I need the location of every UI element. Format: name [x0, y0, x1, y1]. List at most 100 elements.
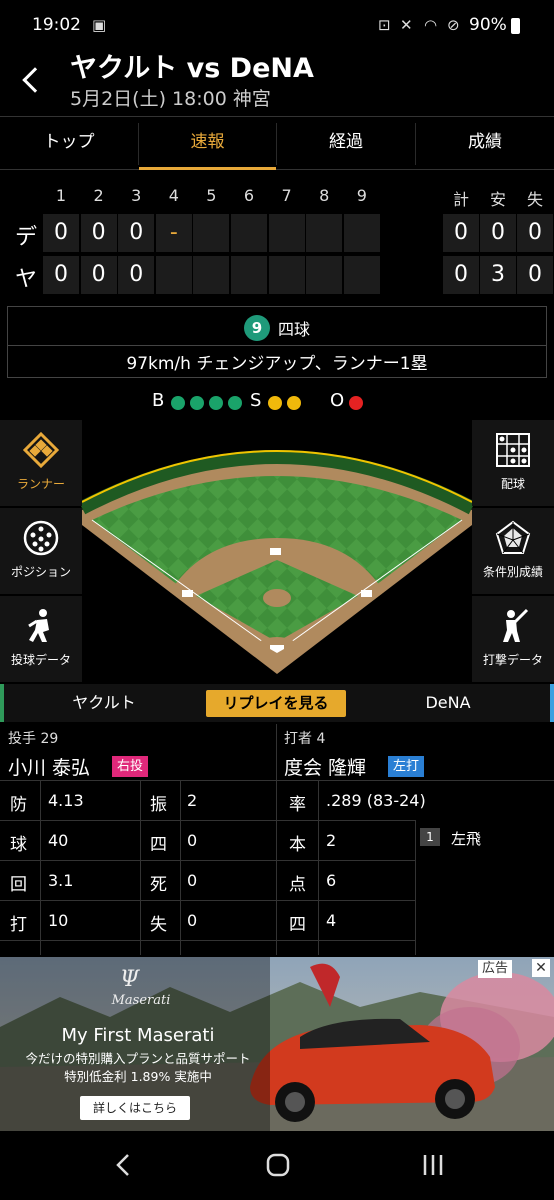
pitch-location-label: 配球 [500, 477, 525, 491]
total-header-2: 失 [526, 190, 543, 209]
batter-stat-value: .289 (83-24) [326, 791, 426, 810]
pitch-data-label: 投球データ [10, 653, 71, 667]
batter-label: 打者 4 [284, 731, 326, 747]
field-view: ランナー ポジション 投球データ 配球 条件別成績 打撃データ [0, 420, 554, 682]
grid-line [318, 780, 319, 955]
batting-data-button[interactable]: 打撃データ [472, 596, 554, 682]
baseball-field [78, 450, 476, 674]
player-stats: 防 4.13 振 2 率 .289 (83-24) 球 40 四 0 本 2 回 3.1 死 0 点 6 打 10 失 0… [0, 780, 554, 955]
pitcher-stat-value: 4.13 [48, 791, 84, 810]
grid-line [180, 780, 181, 955]
inning-header-6: 6 [243, 186, 255, 205]
pitcher-stat-key: 振 [150, 795, 167, 815]
inning-header-7: 7 [281, 186, 292, 205]
lock-icon: ⊡ [378, 16, 391, 34]
at-bat-number: 1 [420, 828, 440, 846]
position-button[interactable]: ポジション [0, 508, 82, 594]
runner-diamond-icon [23, 432, 59, 468]
total-score: 0 [443, 256, 479, 294]
batter-stat-key: 四 [289, 915, 306, 935]
batter-icon [503, 608, 529, 642]
batter-stat-key: 本 [289, 835, 306, 855]
tab-stats[interactable]: 成績 [416, 117, 554, 170]
strike-dot [287, 396, 301, 410]
ball-dot [228, 396, 242, 410]
pitcher-stat-value: 10 [48, 911, 69, 930]
matchup-players: 投手 29 小川 泰弘 右投 打者 4 度会 隆輝 左打 [0, 724, 554, 780]
nav-home-icon[interactable] [265, 1152, 291, 1178]
runner-button[interactable]: ランナー [0, 420, 82, 506]
ad-label: 広告 [478, 960, 513, 978]
tab-top[interactable]: トップ [0, 117, 138, 170]
stats-row: 回 3.1 死 0 点 6 [0, 860, 554, 900]
inning-header-4: 4 [168, 186, 179, 205]
split-stats-label: 条件別成績 [482, 565, 543, 579]
ball-label: B [152, 390, 165, 411]
inning-header-8: 8 [319, 186, 330, 205]
back-icon[interactable] [20, 65, 40, 95]
inning-score: 0 [80, 214, 117, 252]
batter-stat-key: 率 [289, 795, 306, 815]
ad-cta-button[interactable]: 詳しくはこちら [80, 1096, 190, 1120]
team-abbrev: ヤ [14, 267, 37, 292]
pitcher-stat-key: 球 [10, 835, 27, 855]
pitch-number-badge: 9 [244, 315, 270, 341]
nav-back-icon[interactable] [112, 1152, 136, 1178]
batter-hand-badge: 左打 [388, 756, 425, 777]
split-stats-button[interactable]: 条件別成績 [472, 508, 554, 594]
replay-button[interactable]: リプレイを見る [206, 690, 346, 717]
strike-label: S [250, 390, 262, 411]
inning-score [306, 256, 343, 294]
pitcher-icon [28, 609, 49, 642]
tab-progress[interactable]: 経過 [277, 117, 415, 170]
pitcher-name[interactable]: 小川 泰弘 [8, 753, 90, 780]
pitch-location-button[interactable]: 配球 [472, 420, 554, 506]
page-title: ヤクルト vs DeNA [70, 53, 314, 84]
inning-score [231, 256, 267, 294]
pitcher-stat-key: 失 [150, 915, 167, 935]
ad-close-icon[interactable]: ✕ [532, 959, 550, 977]
away-team-marker [550, 684, 554, 722]
total-header-0: 計 [452, 190, 469, 209]
nav-recents-icon[interactable] [420, 1152, 446, 1178]
pitch-data-button[interactable]: 投球データ [0, 596, 82, 682]
pitcher-stat-value: 2 [187, 791, 198, 810]
pitcher-stat-key: 四 [150, 835, 167, 855]
tab-live[interactable]: 速報 [139, 117, 276, 170]
stats-row: 防 4.13 振 2 率 .289 (83-24) [0, 780, 554, 820]
total-score: 0 [517, 256, 553, 294]
pitcher-label: 投手 29 [8, 731, 59, 747]
grid-line [276, 780, 277, 955]
runner-label: ランナー [16, 477, 65, 491]
ball-dot [190, 396, 204, 410]
out-label: O [330, 390, 345, 411]
pitcher-hand-badge: 右投 [112, 756, 149, 777]
notification-icon: ▣ [92, 16, 107, 34]
inning-score [306, 214, 343, 252]
ad-banner[interactable]: 広告 ✕ Ψ Maserati My First Maserati 今だけの特別… [0, 957, 554, 1131]
grid-line [0, 820, 415, 821]
inning-score: 0 [43, 214, 79, 252]
pitcher-stat-key: 回 [10, 875, 27, 895]
game-date-venue: 5月2日(土) 18:00 神宮 [70, 88, 271, 110]
pitcher-stat-key: 防 [10, 795, 27, 815]
scoreboard: 123456789計安失デ000-000ヤ000030 [0, 176, 554, 298]
inning-header-9: 9 [356, 186, 367, 205]
at-bat-result: 左飛 [451, 830, 482, 848]
inning-score [268, 256, 305, 294]
grid-line [0, 780, 554, 781]
inning-score: - [155, 214, 192, 252]
home-team-name: ヤクルト [72, 693, 136, 712]
inning-header-3: 3 [131, 186, 142, 205]
battery-icon [511, 18, 520, 34]
batter-name[interactable]: 度会 隆輝 [284, 753, 366, 780]
inning-score [343, 214, 380, 252]
ad-headline: My First Maserati [61, 1025, 215, 1046]
ball-dot [171, 396, 185, 410]
inning-header-2: 2 [93, 186, 104, 205]
grid-line [0, 900, 415, 901]
strike-dot [268, 396, 282, 410]
pitcher-stat-value: 40 [48, 831, 69, 850]
ad-line2: 特別低金利 1.89% 実施中 [64, 1069, 212, 1084]
pitch-result-box: 9 四球 97km/h チェンジアップ、ランナー1塁 [7, 306, 547, 378]
